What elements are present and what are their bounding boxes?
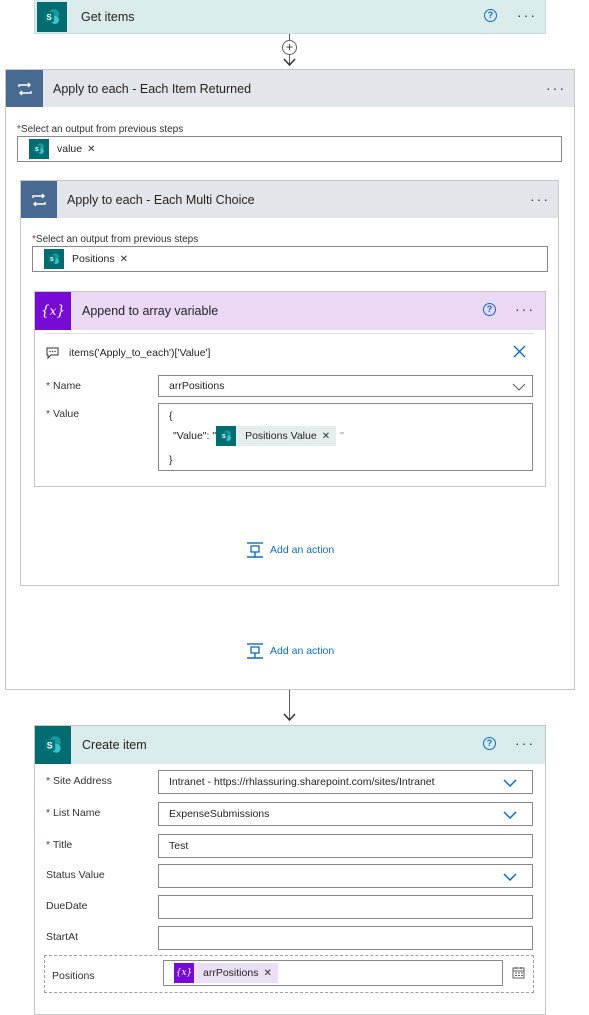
close-icon[interactable]: ✕ bbox=[263, 968, 271, 979]
arrow-down-icon bbox=[283, 713, 296, 722]
close-icon[interactable] bbox=[513, 345, 526, 358]
list-name-label: * List Name bbox=[46, 807, 101, 819]
due-date-label: DueDate bbox=[46, 900, 88, 912]
inner-loop-title: Apply to each - Each Multi Choice bbox=[67, 192, 255, 207]
value-label: * Value bbox=[46, 408, 80, 420]
positions-token[interactable]: Positions ✕ bbox=[44, 249, 128, 269]
append-header[interactable]: {x} Append to array variable bbox=[35, 292, 545, 330]
positions-input[interactable]: {x} arrPositions ✕ bbox=[163, 960, 503, 986]
help-icon[interactable]: ? bbox=[483, 737, 496, 750]
more-icon[interactable]: ··· bbox=[515, 301, 535, 317]
title-input[interactable]: Test bbox=[158, 834, 533, 858]
loop-icon bbox=[6, 70, 43, 107]
chevron-down-icon bbox=[512, 383, 526, 391]
help-icon[interactable]: ? bbox=[483, 303, 496, 316]
status-value-dropdown[interactable] bbox=[158, 864, 533, 888]
value-line: { bbox=[169, 410, 173, 422]
arrpositions-token[interactable]: {x} arrPositions ✕ bbox=[174, 963, 278, 983]
value-prefix: "Value": " bbox=[173, 430, 217, 442]
chevron-down-icon bbox=[503, 779, 517, 787]
append-comment: items('Apply_to_each')['Value'] bbox=[69, 347, 211, 359]
value-input[interactable]: { "Value": " Positions Value ✕ " } bbox=[158, 403, 533, 471]
token-label: Positions Value bbox=[245, 430, 317, 442]
chevron-down-icon bbox=[503, 873, 517, 881]
due-date-input[interactable] bbox=[158, 895, 533, 919]
token-label: Positions bbox=[72, 253, 115, 265]
close-icon[interactable]: ✕ bbox=[87, 144, 95, 155]
title-label: * Title bbox=[46, 839, 73, 851]
positions-value-token[interactable]: Positions Value ✕ bbox=[216, 426, 337, 446]
add-action-outer[interactable]: Add an action bbox=[246, 642, 334, 660]
inner-loop-header[interactable]: Apply to each - Each Multi Choice bbox=[21, 181, 558, 218]
close-icon[interactable]: ✕ bbox=[120, 254, 128, 265]
name-value: arrPositions bbox=[169, 380, 225, 392]
arrow-down-icon bbox=[283, 58, 296, 67]
close-icon[interactable]: ✕ bbox=[322, 431, 330, 442]
add-action-label: Add an action bbox=[270, 544, 335, 556]
positions-label: Positions bbox=[52, 970, 95, 982]
comment-icon bbox=[46, 347, 59, 359]
add-action-icon bbox=[247, 542, 263, 558]
switch-mode-icon[interactable] bbox=[512, 966, 525, 979]
get-items-card[interactable]: Get items ? ··· bbox=[34, 0, 546, 34]
site-address-label: * Site Address bbox=[46, 775, 112, 787]
create-item-header[interactable]: Create item bbox=[35, 726, 545, 764]
list-name-dropdown[interactable]: ExpenseSubmissions bbox=[158, 802, 533, 826]
value-expression: "Value": " Positions Value ✕ " bbox=[173, 426, 344, 446]
sharepoint-icon bbox=[44, 249, 64, 269]
title-value: Test bbox=[169, 840, 189, 852]
inner-select-field[interactable]: Positions ✕ bbox=[32, 246, 548, 272]
name-label: * Name bbox=[46, 380, 82, 392]
plus-circle-icon[interactable]: + bbox=[282, 40, 297, 55]
variable-icon: {x} bbox=[35, 292, 71, 330]
sharepoint-icon bbox=[216, 426, 237, 446]
token-label: value bbox=[57, 143, 83, 155]
value-suffix: " bbox=[340, 430, 344, 442]
name-dropdown[interactable]: arrPositions bbox=[158, 375, 533, 397]
divider bbox=[44, 333, 534, 334]
outer-loop-header[interactable]: Apply to each - Each Item Returned bbox=[6, 70, 574, 107]
start-at-input[interactable] bbox=[158, 926, 533, 950]
token-label: arrPositions bbox=[203, 967, 259, 979]
sharepoint-icon bbox=[37, 2, 67, 32]
start-at-label: StartAt bbox=[46, 931, 79, 943]
site-address-dropdown[interactable]: Intranet - https://rhlassuring.sharepoin… bbox=[158, 770, 533, 794]
inner-select-label: *Select an output from previous steps bbox=[32, 234, 199, 245]
loop-icon bbox=[21, 181, 57, 218]
sharepoint-icon bbox=[35, 726, 71, 764]
add-action-icon bbox=[247, 643, 263, 659]
site-address-value: Intranet - https://rhlassuring.sharepoin… bbox=[169, 776, 435, 788]
get-items-title: Get items bbox=[81, 10, 135, 24]
chevron-down-icon bbox=[503, 811, 517, 819]
append-title: Append to array variable bbox=[82, 304, 219, 318]
help-icon[interactable]: ? bbox=[484, 9, 497, 22]
list-name-value: ExpenseSubmissions bbox=[169, 808, 270, 820]
value-line: } bbox=[169, 454, 173, 466]
value-token[interactable]: value ✕ bbox=[29, 139, 96, 159]
sharepoint-icon bbox=[29, 139, 49, 159]
more-icon[interactable]: ··· bbox=[546, 80, 566, 96]
more-icon[interactable]: ··· bbox=[530, 191, 550, 207]
outer-select-field[interactable]: value ✕ bbox=[17, 136, 562, 162]
create-item-title: Create item bbox=[82, 738, 147, 752]
variable-icon: {x} bbox=[174, 963, 194, 983]
add-action-inner[interactable]: Add an action bbox=[246, 541, 334, 559]
outer-select-label: *Select an output from previous steps bbox=[17, 124, 184, 135]
add-action-label: Add an action bbox=[270, 645, 335, 657]
outer-loop-title: Apply to each - Each Item Returned bbox=[53, 81, 252, 96]
status-value-label: Status Value bbox=[46, 869, 105, 881]
more-icon[interactable]: ··· bbox=[517, 7, 537, 23]
more-icon[interactable]: ··· bbox=[515, 735, 535, 751]
